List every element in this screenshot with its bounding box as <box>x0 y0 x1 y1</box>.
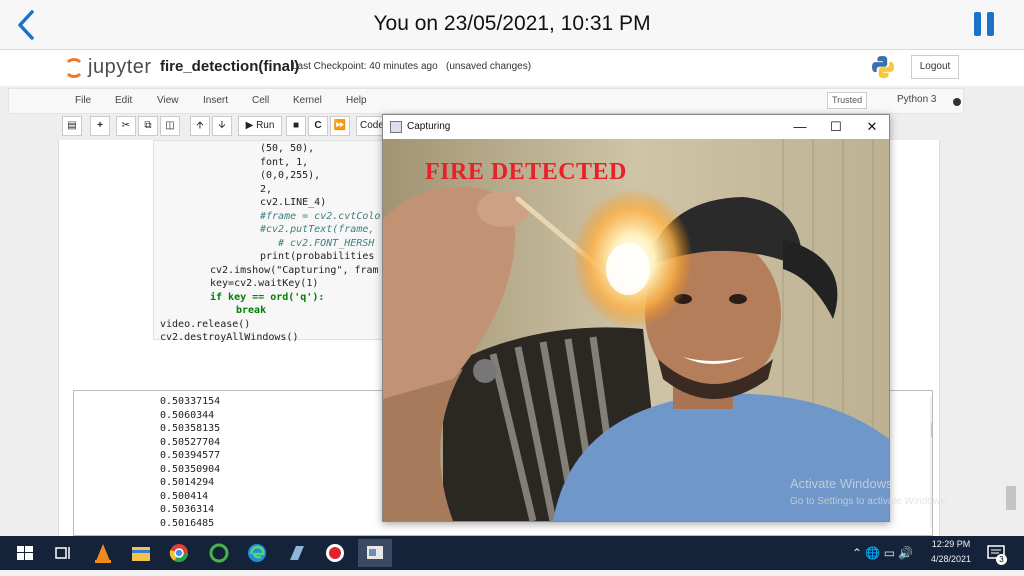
code-line: break <box>236 305 267 316</box>
menu-edit[interactable]: Edit <box>115 95 132 106</box>
maximize-button[interactable]: ☐ <box>821 117 851 137</box>
activate-windows-subtext: Go to Settings to activate Windows. <box>790 496 948 507</box>
clock-date[interactable]: 4/28/2021 <box>928 554 974 564</box>
add-cell-icon[interactable]: + <box>90 116 110 136</box>
run-label: Run <box>256 120 275 131</box>
output-line: 0.5060344 <box>160 409 215 421</box>
code-line: video.release() <box>160 318 251 330</box>
capturing-titlebar[interactable]: Capturing — ☐ ✕ <box>383 115 889 139</box>
restart-icon[interactable]: C <box>308 116 328 136</box>
code-line: cv2.destroyAllWindows() <box>160 332 299 343</box>
stop-icon[interactable]: ■ <box>286 116 306 136</box>
jupyter-logo-text: jupyter <box>88 56 152 78</box>
battery-icon[interactable]: ▭ <box>884 546 895 560</box>
menu-help[interactable]: Help <box>346 95 367 106</box>
menu-file[interactable]: File <box>75 95 91 106</box>
windows-start-icon[interactable] <box>14 542 36 564</box>
network-icon[interactable]: 🌐 <box>865 546 880 560</box>
copy-icon[interactable]: ⧉ <box>138 116 158 136</box>
active-window-icon[interactable] <box>358 539 392 567</box>
camera-frame: FIRE DETECTED <box>383 139 889 521</box>
output-line: 0.5016485 <box>160 517 215 529</box>
jupyter-logo[interactable]: jupyter <box>64 55 154 81</box>
screen-recorder-icon[interactable] <box>324 542 346 564</box>
notification-count-badge: 3 <box>996 554 1007 565</box>
tray-chevron-icon[interactable]: ⌃ <box>852 546 862 560</box>
system-tray[interactable]: ⌃ 🌐 ▭ 🔊 <box>852 546 913 560</box>
notepad-icon[interactable] <box>286 542 308 564</box>
move-up-icon[interactable]: 🡩 <box>190 116 210 136</box>
trusted-badge[interactable]: Trusted <box>827 92 868 109</box>
logout-button[interactable]: Logout <box>911 55 959 79</box>
run-button[interactable]: ▶ Run <box>238 116 282 136</box>
pause-icon[interactable] <box>974 12 996 38</box>
code-line: 2, <box>260 183 273 195</box>
code-line: print(probabilities <box>260 251 375 262</box>
output-scrollbar-thumb[interactable] <box>931 423 932 437</box>
vlc-icon[interactable] <box>92 542 114 564</box>
code-line: # cv2.FONT_HERSH <box>278 237 375 249</box>
edge-icon[interactable] <box>246 542 268 564</box>
close-button[interactable]: ✕ <box>857 117 887 137</box>
menu-view[interactable]: View <box>157 95 179 106</box>
chrome-icon[interactable] <box>168 542 190 564</box>
output-line: 0.50527704 <box>160 436 221 448</box>
output-line: 0.50358135 <box>160 423 221 434</box>
bottom-strip <box>0 570 1024 576</box>
capturing-window-title: Capturing <box>407 121 451 132</box>
minimize-button[interactable]: — <box>785 117 815 137</box>
code-line: (50, 50), <box>260 143 315 154</box>
cut-icon[interactable]: ✂ <box>116 116 136 136</box>
move-down-icon[interactable]: 🡫 <box>212 116 232 136</box>
output-line: 0.50350904 <box>160 463 221 475</box>
notebook-name[interactable]: fire_detection(final) <box>160 58 299 75</box>
window-app-icon <box>390 121 402 133</box>
checkpoint-status: Last Checkpoint: 40 minutes ago (unsaved… <box>292 61 531 72</box>
run-play-icon: ▶ <box>245 120 254 131</box>
python-logo-icon <box>871 55 895 79</box>
code-line: cv2.LINE_4) <box>260 197 327 208</box>
code-line: #cv2.putText(frame, <box>260 224 375 235</box>
output-line: 0.5014294 <box>160 477 215 488</box>
kernel-name: Python 3 <box>897 94 937 105</box>
menu-insert[interactable]: Insert <box>203 95 228 106</box>
code-line: (0,0,255), <box>260 170 321 181</box>
code-line: #frame = cv2.cvtColo <box>260 210 381 222</box>
menu-cell[interactable]: Cell <box>252 95 269 106</box>
phone-header: You on 23/05/2021, 10:31 PM <box>0 0 1024 50</box>
fire-detected-label: FIRE DETECTED <box>425 159 627 185</box>
jupyter-ring-icon <box>64 58 84 78</box>
page-scrollbar-thumb[interactable] <box>1006 486 1016 510</box>
code-line: key=cv2.waitKey(1) <box>210 278 319 289</box>
output-scrollbar[interactable] <box>930 397 932 527</box>
output-line: 0.50337154 <box>160 396 221 407</box>
file-explorer-icon[interactable] <box>130 542 152 564</box>
save-icon[interactable]: ▤ <box>62 116 82 136</box>
phone-title: You on 23/05/2021, 10:31 PM <box>373 12 651 35</box>
fast-forward-icon[interactable]: ⏩ <box>330 116 350 136</box>
windows-taskbar: ⌃ 🌐 ▭ 🔊 12:29 PM 4/28/2021 3 <box>0 536 1024 570</box>
clock-time[interactable]: 12:29 PM <box>928 539 974 549</box>
volume-icon[interactable]: 🔊 <box>898 546 913 560</box>
output-line: 0.50394577 <box>160 450 221 461</box>
code-line: if key == ord('q'): <box>210 291 325 303</box>
capturing-window: Capturing — ☐ ✕ FIRE DETECTED <box>382 114 890 522</box>
task-view-icon[interactable] <box>52 542 74 564</box>
output-line: 0.5036314 <box>160 504 215 515</box>
menu-kernel[interactable]: Kernel <box>293 95 322 106</box>
webcam-image <box>383 139 889 521</box>
anaconda-icon[interactable] <box>208 542 230 564</box>
checkpoint-text: Last Checkpoint: 40 minutes ago <box>292 61 438 72</box>
save-state-text: (unsaved changes) <box>446 61 532 72</box>
paste-icon[interactable]: ◫ <box>160 116 180 136</box>
code-line: font, 1, <box>260 156 309 168</box>
menu-bar: File Edit View Insert Cell Kernel Help T… <box>8 88 964 114</box>
screen-recording: You on 23/05/2021, 10:31 PM jupyter fire… <box>0 0 1024 576</box>
activate-windows-watermark: Activate Windows <box>790 476 893 491</box>
jupyter-header: jupyter fire_detection(final) Last Check… <box>0 50 1024 86</box>
code-line: cv2.imshow("Capturing", fram <box>210 264 379 276</box>
output-line: 0.500414 <box>160 490 209 502</box>
kernel-status-icon <box>953 98 961 106</box>
